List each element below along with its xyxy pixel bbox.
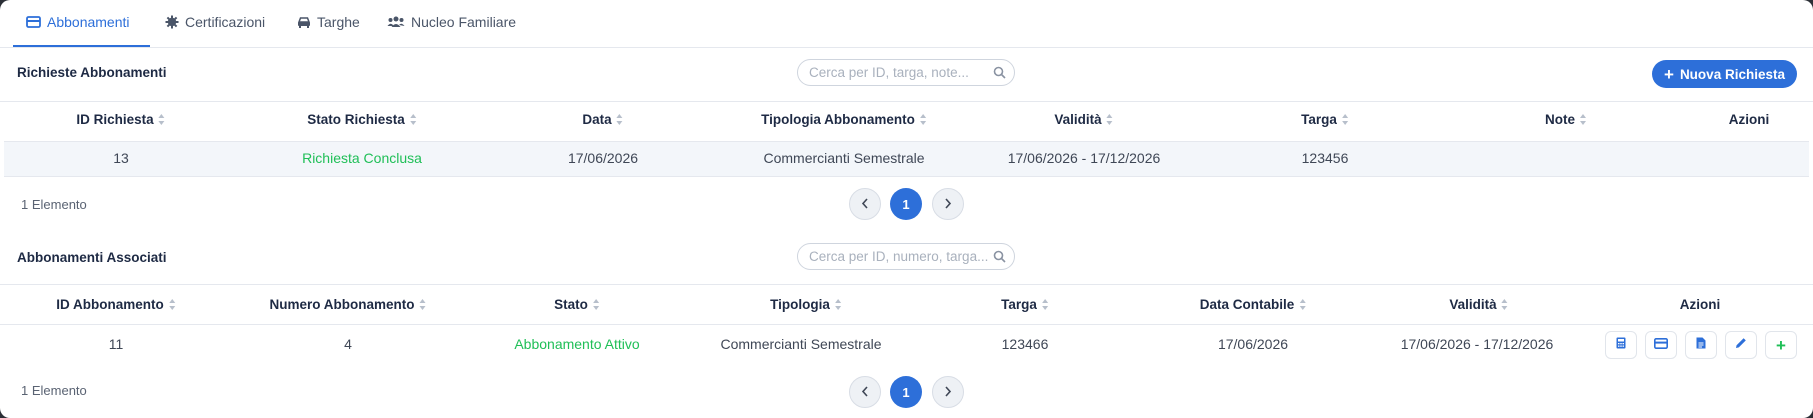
associated-title: Abbonamenti Associati xyxy=(17,250,167,265)
chevron-left-icon xyxy=(861,197,869,212)
next-page-button[interactable] xyxy=(932,188,964,220)
column-header[interactable]: ID Richiesta xyxy=(76,112,165,127)
column-header[interactable]: Tipologia xyxy=(770,297,842,312)
sort-icon xyxy=(616,114,624,125)
column-header[interactable]: Numero Abbonamento xyxy=(270,297,427,312)
new-request-button[interactable]: + Nuova Richiesta xyxy=(1652,60,1797,88)
status-text: Abbonamento Attivo xyxy=(514,336,640,352)
search-icon[interactable] xyxy=(993,66,1006,84)
page-button-current[interactable]: 1 xyxy=(890,376,922,408)
column-header[interactable]: ID Abbonamento xyxy=(56,297,176,312)
tab-label: Abbonamenti xyxy=(47,14,130,30)
chevron-right-icon xyxy=(944,385,952,400)
divider xyxy=(0,284,1813,285)
column-header[interactable]: Validità xyxy=(1449,297,1508,312)
certificate-icon xyxy=(164,15,179,30)
users-icon xyxy=(387,15,405,30)
column-header[interactable]: Stato xyxy=(554,297,600,312)
sort-icon xyxy=(168,299,176,310)
next-page-button[interactable] xyxy=(932,376,964,408)
item-count: 1 Elemento xyxy=(21,197,87,212)
cell-type: Commercianti Semestrale xyxy=(763,150,925,166)
plus-icon: + xyxy=(1776,335,1786,355)
sort-icon xyxy=(158,114,166,125)
sort-icon xyxy=(1041,299,1049,310)
cell-type: Commercianti Semestrale xyxy=(720,336,882,352)
divider xyxy=(0,101,1813,102)
card-button[interactable] xyxy=(1645,331,1677,359)
cell-plate: 123456 xyxy=(1301,150,1349,166)
sort-icon xyxy=(1580,114,1587,125)
status-text: Richiesta Conclusa xyxy=(302,150,422,166)
tab-nucleo-familiare[interactable]: Nucleo Familiare xyxy=(387,14,516,30)
active-tab-indicator xyxy=(13,45,150,47)
cell-validity: 17/06/2026 - 17/12/2026 xyxy=(1400,336,1554,352)
add-button[interactable]: + xyxy=(1765,331,1797,359)
sort-icon xyxy=(409,114,417,125)
requests-search-input[interactable] xyxy=(809,65,989,80)
document-icon xyxy=(1696,336,1706,354)
column-header[interactable]: Stato Richiesta xyxy=(307,112,417,127)
tab-label: Nucleo Familiare xyxy=(411,14,517,30)
column-header[interactable]: Targa xyxy=(1001,297,1049,312)
cell-validity: 17/06/2026 - 17/12/2026 xyxy=(1007,150,1161,166)
tab-abbonamenti[interactable]: Abbonamenti xyxy=(26,14,130,30)
tab-label: Targhe xyxy=(317,14,360,30)
sort-icon xyxy=(1501,299,1509,310)
prev-page-button[interactable] xyxy=(849,376,881,408)
edit-button[interactable] xyxy=(1725,331,1757,359)
requests-search xyxy=(797,59,1015,86)
pencil-icon xyxy=(1735,336,1747,354)
cell-number: 4 xyxy=(344,336,352,352)
document-button[interactable] xyxy=(1685,331,1717,359)
column-header: Azioni xyxy=(1679,297,1721,312)
column-header[interactable]: Data xyxy=(582,112,623,127)
item-count: 1 Elemento xyxy=(21,383,87,398)
divider xyxy=(0,324,1813,325)
column-header: Azioni xyxy=(1728,112,1770,127)
associated-search-input[interactable] xyxy=(809,249,989,264)
associated-search xyxy=(797,243,1015,270)
cell-accounting-date: 17/06/2026 xyxy=(1217,336,1289,352)
column-header[interactable]: Note xyxy=(1545,112,1587,127)
column-header[interactable]: Targa xyxy=(1301,112,1349,127)
sort-icon xyxy=(592,299,600,310)
requests-title: Richieste Abbonamenti xyxy=(17,65,167,80)
plus-icon: + xyxy=(1664,64,1674,84)
cell-id: 13 xyxy=(113,150,129,166)
calculator-icon xyxy=(1616,336,1626,354)
calculator-button[interactable] xyxy=(1605,331,1637,359)
column-header[interactable]: Data Contabile xyxy=(1200,297,1307,312)
sort-icon xyxy=(1341,114,1349,125)
tab-targhe[interactable]: Targhe xyxy=(296,14,360,30)
page-button-current[interactable]: 1 xyxy=(890,188,922,220)
column-header[interactable]: Tipologia Abbonamento xyxy=(761,112,927,127)
chevron-right-icon xyxy=(944,197,952,212)
tab-label: Certificazioni xyxy=(185,14,266,30)
sort-icon xyxy=(919,114,927,125)
column-header[interactable]: Validità xyxy=(1054,112,1113,127)
card-icon xyxy=(1654,336,1668,354)
tab-bar: Abbonamenti Certificazioni Targhe Nucleo… xyxy=(0,0,1813,48)
cell-plate: 123466 xyxy=(1001,336,1049,352)
sort-icon xyxy=(419,299,427,310)
card-icon xyxy=(26,15,41,30)
search-icon[interactable] xyxy=(993,250,1006,268)
cell-id: 11 xyxy=(108,336,124,352)
chevron-left-icon xyxy=(861,385,869,400)
sort-icon xyxy=(1106,114,1114,125)
sort-icon xyxy=(1299,299,1306,310)
prev-page-button[interactable] xyxy=(849,188,881,220)
subscriptions-panel: Abbonamenti Certificazioni Targhe Nucleo… xyxy=(0,0,1813,418)
tab-certificazioni[interactable]: Certificazioni xyxy=(164,14,265,30)
cell-date: 17/06/2026 xyxy=(567,150,639,166)
new-request-label: Nuova Richiesta xyxy=(1679,66,1785,82)
sort-icon xyxy=(834,299,842,310)
car-icon xyxy=(296,15,311,30)
